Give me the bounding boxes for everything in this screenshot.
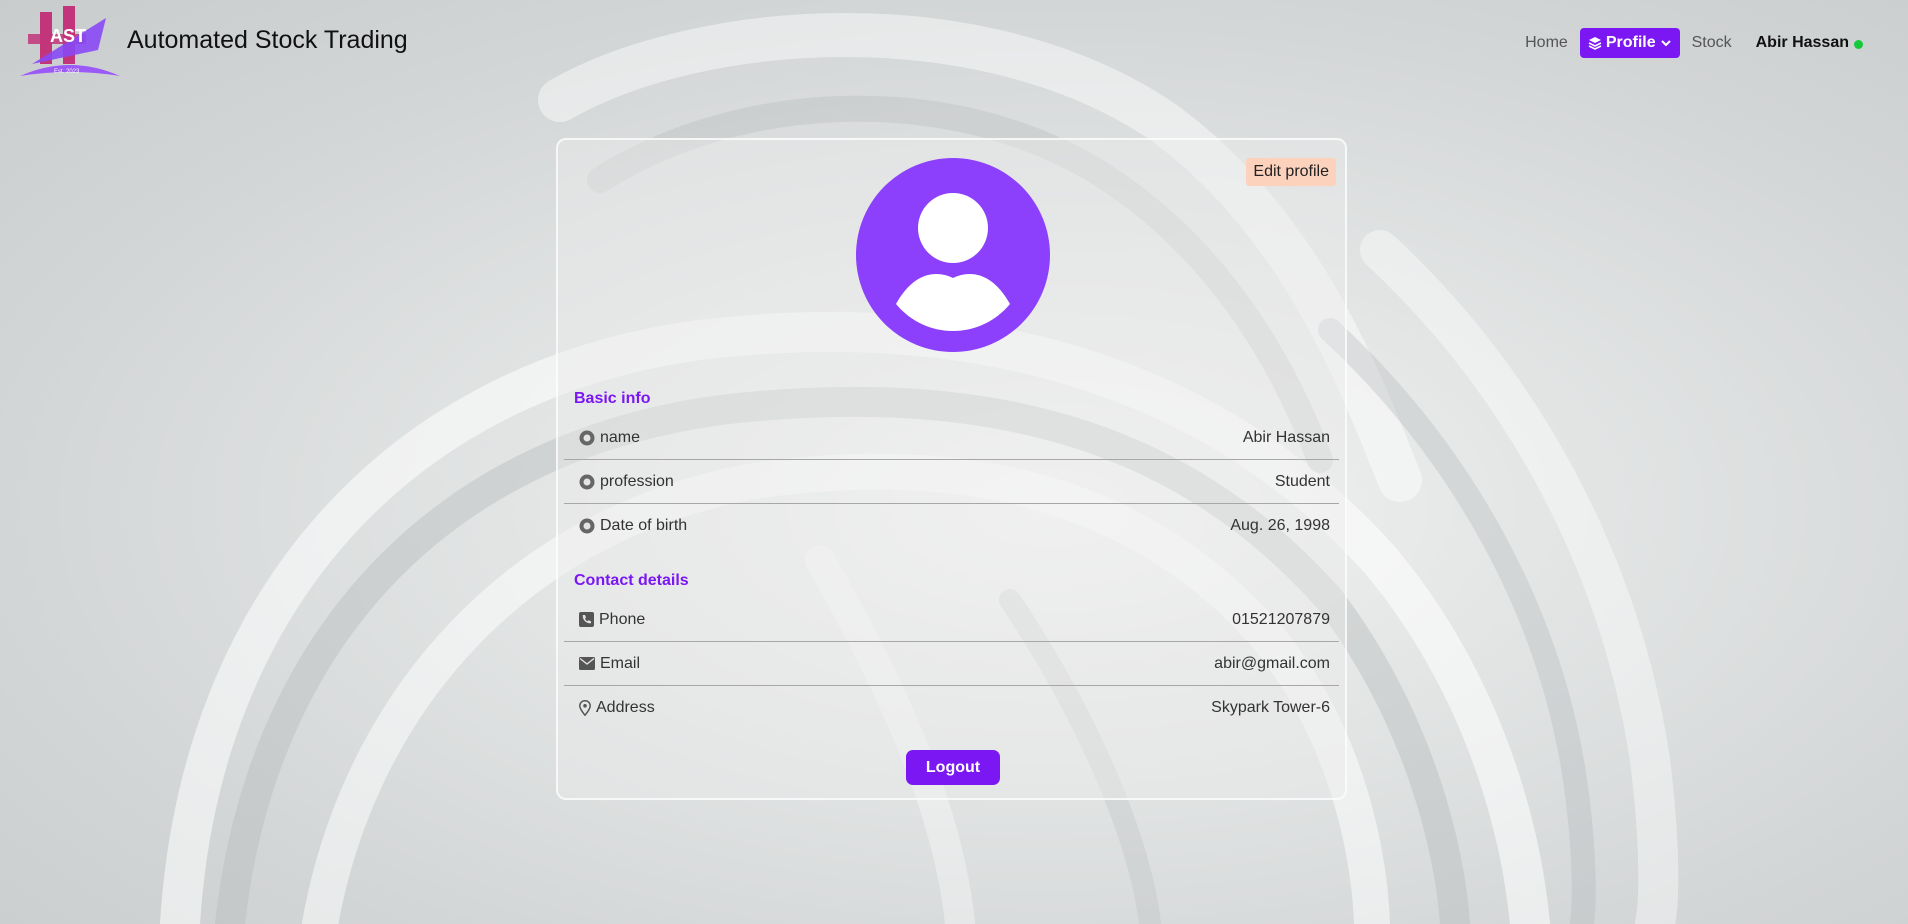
logout-button[interactable]: Logout — [906, 750, 1000, 785]
contact-details-title: Contact details — [574, 572, 689, 589]
navbar: AST Est. 2023 Automated Stock Trading Ho… — [0, 0, 1908, 86]
row-value: Abir Hassan — [1242, 428, 1330, 446]
contact-details-list: Phone 01521207879 Email abir@gmail.com A… — [564, 598, 1339, 730]
phone-icon — [579, 612, 594, 627]
basic-info-row-name: name Abir Hassan — [564, 416, 1339, 460]
chevron-down-icon — [1660, 40, 1671, 47]
nav-profile-dropdown[interactable]: Profile — [1579, 28, 1680, 58]
nav-stock-link[interactable]: Stock — [1692, 34, 1732, 52]
row-value: abir@gmail.com — [1214, 654, 1330, 672]
row-label: Date of birth — [600, 517, 688, 534]
nav-user-name: Abir Hassan — [1755, 34, 1849, 51]
dot-circle-icon — [579, 430, 595, 445]
nav-home-link[interactable]: Home — [1525, 34, 1568, 52]
user-avatar-icon — [856, 158, 1050, 352]
row-label: Phone — [599, 610, 646, 628]
row-label: Address — [596, 699, 655, 716]
online-status-dot — [1854, 40, 1863, 49]
contact-row-address: Address Skypark Tower-6 — [564, 686, 1339, 730]
layers-icon — [1588, 37, 1602, 50]
basic-info-row-dob: Date of birth Aug. 26, 1998 — [564, 504, 1339, 548]
basic-info-title: Basic info — [574, 390, 651, 407]
row-label: name — [600, 428, 641, 446]
dot-circle-icon — [579, 518, 595, 534]
nav-links: Home Profile Stock Abir Hassan — [1525, 28, 1863, 58]
row-value: Skypark Tower-6 — [1211, 699, 1330, 716]
basic-info-row-profession: profession Student — [564, 460, 1339, 504]
row-label: profession — [600, 472, 674, 490]
row-value: 01521207879 — [1232, 610, 1330, 628]
row-value: Aug. 26, 1998 — [1230, 517, 1330, 534]
edit-profile-button[interactable]: Edit profile — [1246, 158, 1336, 186]
profile-card: Edit profile Basic info name Abir Hassan… — [556, 138, 1347, 800]
contact-row-email: Email abir@gmail.com — [564, 642, 1339, 686]
envelope-icon — [579, 657, 595, 670]
dot-circle-icon — [579, 474, 595, 489]
logo-text: AST — [50, 26, 86, 46]
ast-logo[interactable]: AST Est. 2023 — [18, 4, 122, 80]
map-marker-icon — [579, 700, 591, 716]
contact-row-phone: Phone 01521207879 — [564, 598, 1339, 642]
row-value: Student — [1274, 472, 1330, 490]
basic-info-list: name Abir Hassan profession Student Date… — [564, 416, 1339, 548]
logo-subtext: Est. 2023 — [54, 69, 80, 75]
nav-user[interactable]: Abir Hassan — [1756, 34, 1863, 52]
row-label: Email — [600, 654, 641, 672]
brand-title[interactable]: Automated Stock Trading — [127, 26, 408, 55]
profile-dropdown-label: Profile — [1605, 34, 1656, 51]
